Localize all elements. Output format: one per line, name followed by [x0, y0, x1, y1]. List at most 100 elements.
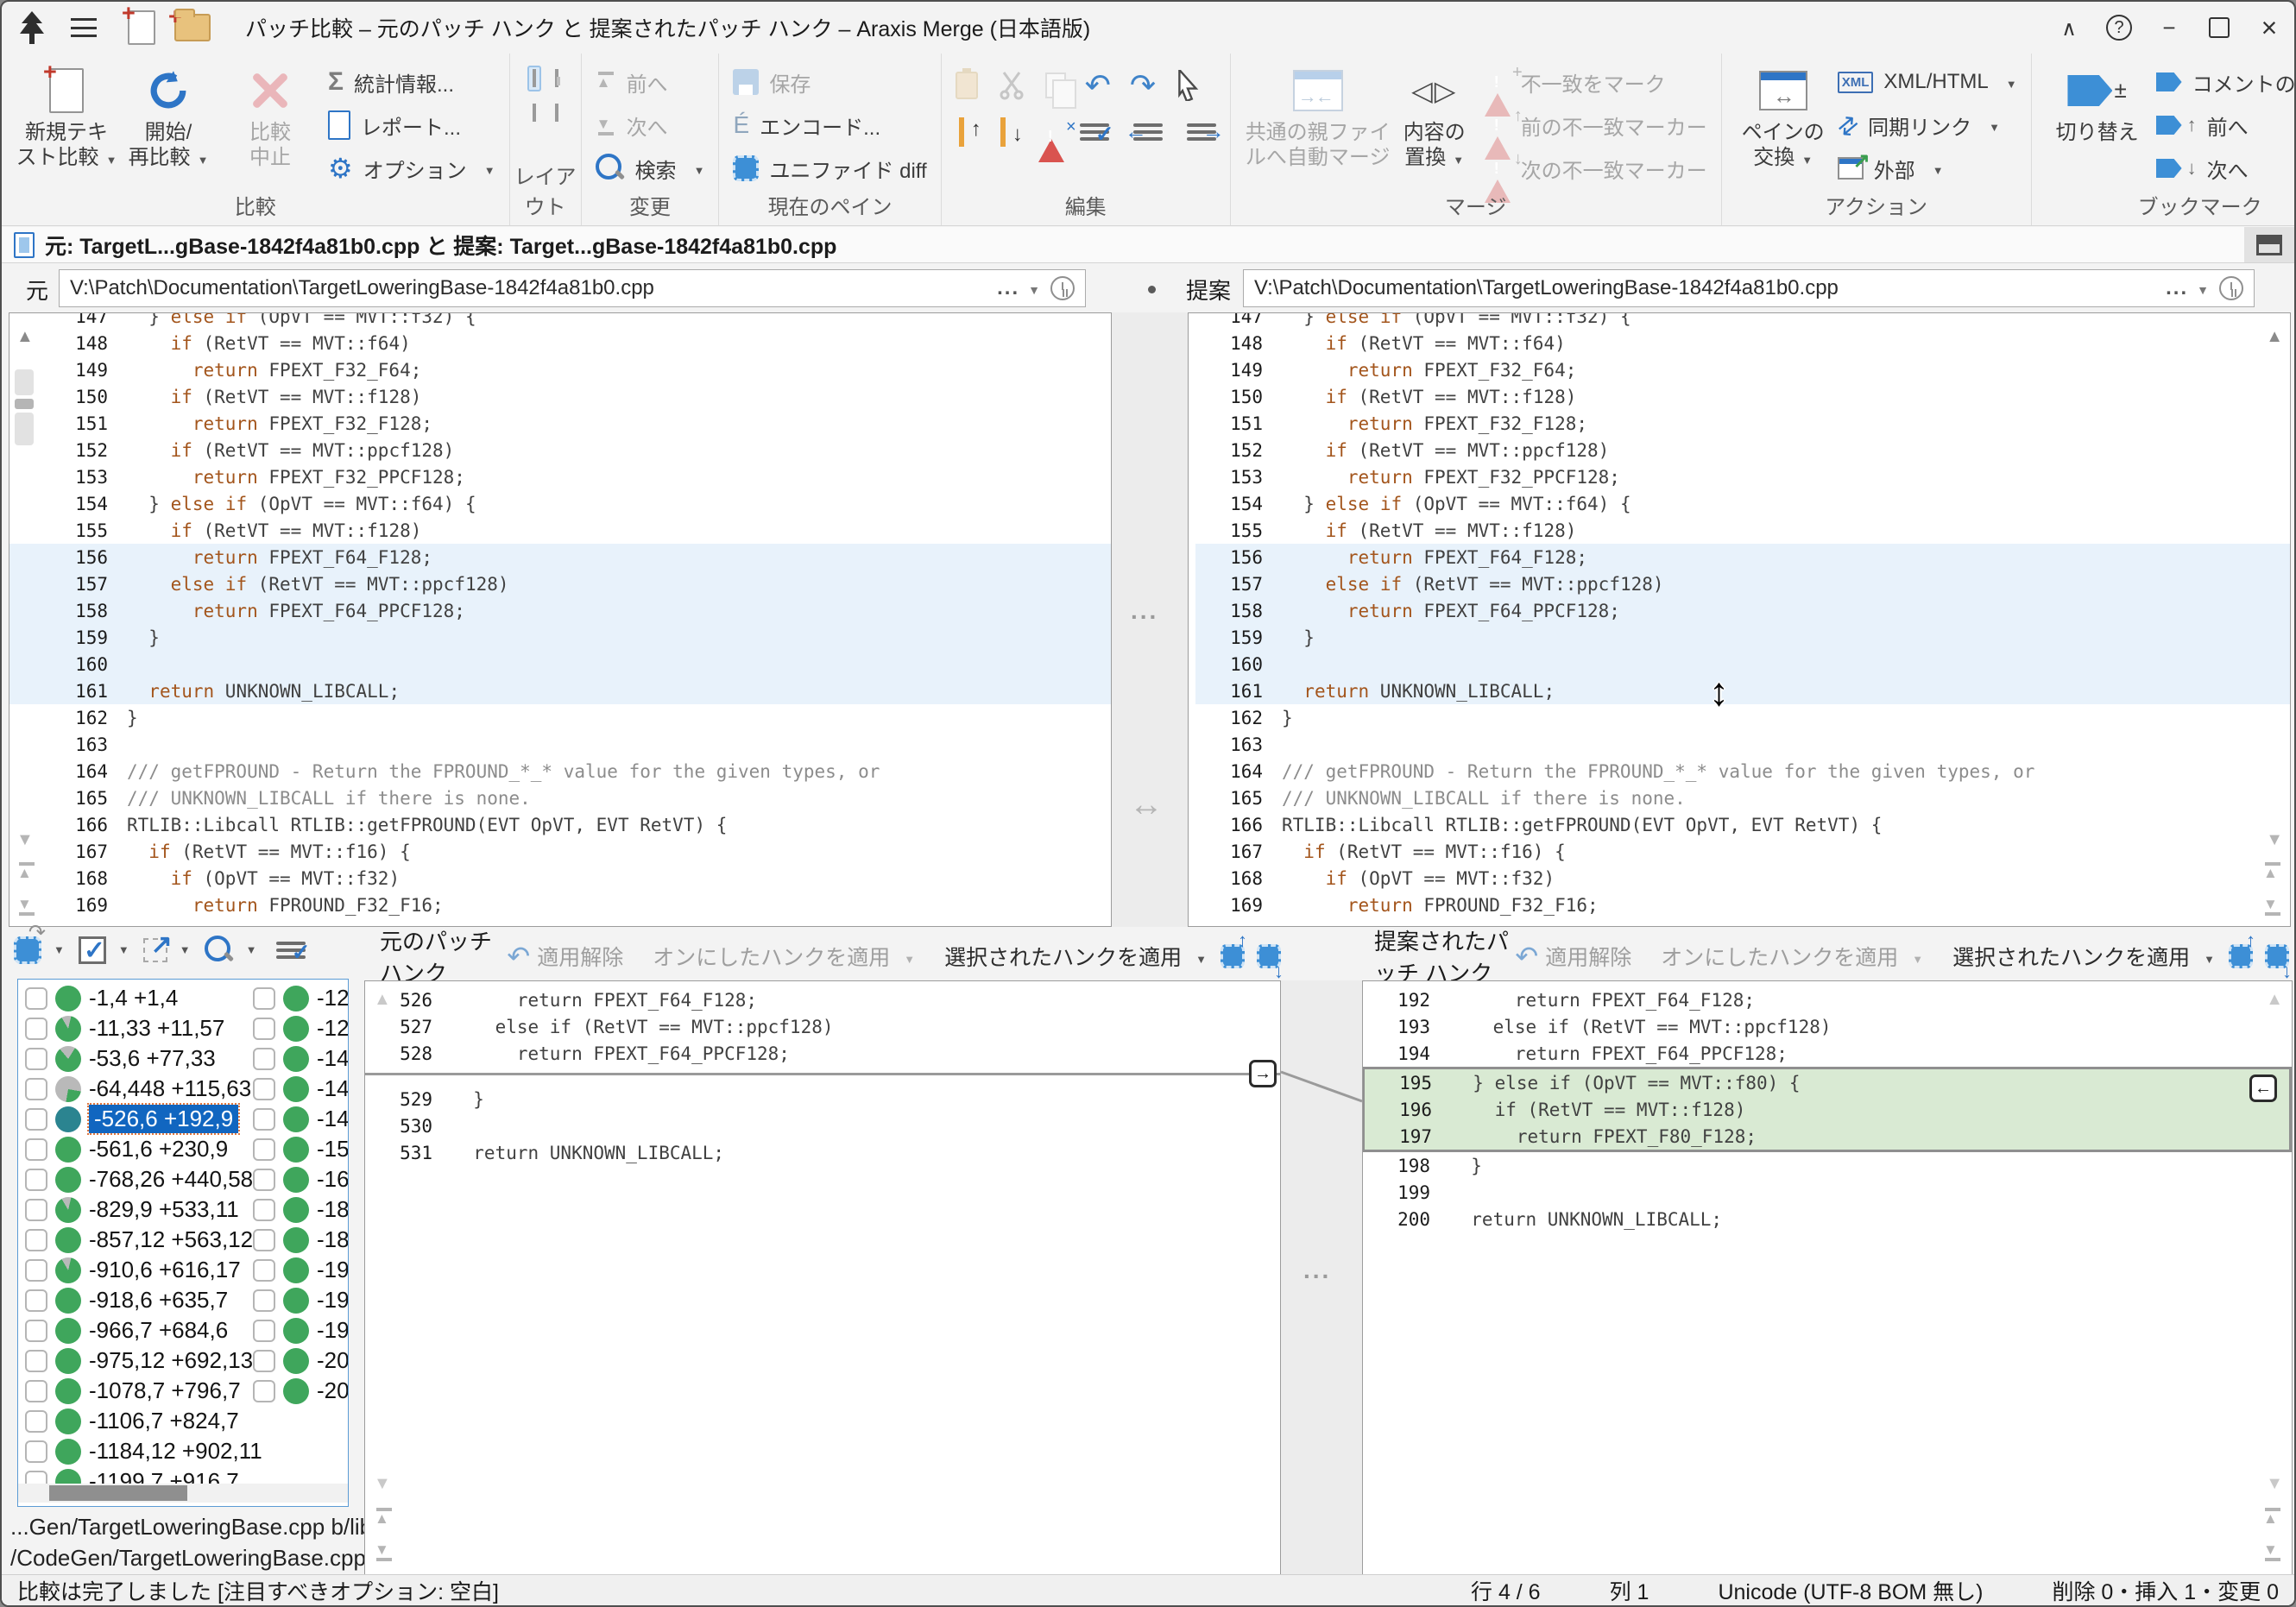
hunk-list-item[interactable]: -151 — [253, 1134, 349, 1164]
hunk-list-item[interactable]: -975,12 +692,13 — [25, 1345, 262, 1376]
hunk-range-label[interactable]: -1,4 +1,4 — [89, 985, 178, 1011]
pointer-icon[interactable] — [1175, 70, 1201, 101]
proposed-hunk-pane[interactable]: 192 return FPEXT_F64_F128;193 else if (R… — [1362, 980, 2293, 1578]
proposed-hunk-block[interactable]: 195 } else if (OpVT == MVT::f80) {196 if… — [1363, 1067, 2292, 1152]
right-browse-button[interactable]: ... — [2166, 276, 2188, 300]
check-hunks-button[interactable] — [79, 936, 129, 964]
hunk-checkbox[interactable] — [25, 1350, 47, 1372]
hunk-checkbox[interactable] — [25, 1289, 47, 1312]
collapse-ribbon-button[interactable] — [2044, 2, 2094, 54]
hunk-checkbox[interactable] — [253, 1108, 275, 1131]
hunk-list-item[interactable]: -11,33 +11,57 — [25, 1013, 262, 1043]
hunk-range-label[interactable]: -829,9 +533,11 — [89, 1196, 239, 1223]
apply-left-button[interactable] — [2249, 1074, 2277, 1102]
hunk-range-label[interactable]: -203 — [317, 1347, 349, 1374]
hunk-list-item[interactable]: -191 — [253, 1285, 349, 1315]
layout-two-horizontal-button[interactable] — [527, 100, 541, 126]
hunk-list-item[interactable]: -145 — [253, 1104, 349, 1134]
hunk-list-item[interactable]: -127 — [253, 983, 349, 1013]
diff-up-marker-icon[interactable]: ▲ — [16, 327, 34, 347]
hunk-range-label[interactable]: -188 — [317, 1226, 349, 1253]
redo-icon[interactable] — [1130, 67, 1156, 104]
hunk-list-item[interactable]: -197 — [253, 1315, 349, 1345]
hunk-range-label[interactable]: -129 — [317, 1015, 349, 1042]
hunk-range-label[interactable]: -1184,12 +902,11 — [89, 1438, 262, 1465]
diff-down-marker-icon[interactable]: ▼ — [374, 1474, 391, 1494]
hunk-checkbox[interactable] — [253, 1018, 275, 1040]
insert-before-icon[interactable] — [956, 116, 981, 148]
comparison-tab-title[interactable]: 元: TargetL...gBase-1842f4a81b0.cpp と 提案:… — [45, 230, 836, 261]
left-history-icon[interactable] — [1050, 276, 1075, 300]
left-path-dropdown[interactable] — [1028, 276, 1040, 300]
hunk-range-label[interactable]: -975,12 +692,13 — [89, 1347, 253, 1374]
layout-three-vertical-button[interactable] — [550, 66, 564, 91]
statistics-button[interactable]: 統計情報... — [328, 60, 495, 104]
hunk-checkbox[interactable] — [253, 987, 275, 1010]
hunk-checkbox[interactable] — [253, 1320, 275, 1342]
hunk-list-item[interactable]: -203 — [253, 1345, 349, 1376]
hunk-checkbox[interactable] — [25, 1048, 47, 1070]
unindent-icon[interactable] — [1133, 123, 1163, 141]
jump-last-diff-icon[interactable] — [2262, 895, 2283, 916]
apply-selected-hunks-button[interactable]: 選択されたハンクを適用 — [1952, 941, 2215, 972]
hunk-range-label[interactable]: -64,448 +115,63 — [89, 1075, 251, 1102]
hunk-range-label[interactable]: -918,6 +635,7 — [89, 1287, 228, 1314]
hunk-list-item[interactable]: -966,7 +684,6 — [25, 1315, 262, 1345]
hunk-list[interactable]: -1,4 +1,4-11,33 +11,57-53,6 +77,33 -64,44… — [17, 979, 349, 1507]
hunk-list-item[interactable]: -1106,7 +824,7 — [25, 1406, 262, 1436]
search-hunks-button[interactable] — [205, 936, 257, 965]
insert-after-icon[interactable] — [997, 116, 1023, 148]
next-hunk-icon[interactable] — [2265, 944, 2289, 968]
xml-html-button[interactable]: XMLXML/HTML — [1838, 60, 2017, 104]
menu-icon[interactable] — [71, 18, 97, 37]
jump-first-diff-icon[interactable] — [2262, 862, 2283, 883]
previous-bookmark-button[interactable]: ↑前へ — [2156, 104, 2296, 147]
previous-hunk-icon[interactable] — [1221, 944, 1245, 968]
hunk-list-item[interactable]: -1,4 +1,4 — [25, 983, 262, 1013]
hunk-range-label[interactable]: -857,12 +563,12 — [89, 1226, 253, 1253]
hunk-range-label[interactable]: -141 — [317, 1045, 349, 1072]
original-hunk-pane[interactable]: 526 return FPEXT_F64_F128;527 else if (R… — [364, 980, 1281, 1578]
search-button[interactable]: 検索 — [596, 147, 705, 190]
checklist-icon[interactable] — [1080, 123, 1109, 141]
right-history-icon[interactable] — [2219, 276, 2243, 300]
hunk-list-item[interactable]: -1078,7 +796,7 — [25, 1376, 262, 1406]
left-path-input[interactable]: V:\Patch\Documentation\TargetLoweringBas… — [59, 269, 1086, 307]
proposed-file-pane[interactable]: 147 } else if (OpVT == MVT::f32) {148 if… — [1188, 312, 2291, 927]
apply-selected-hunks-button[interactable]: 選択されたハンクを適用 — [944, 941, 1207, 972]
layout-two-vertical-button[interactable] — [527, 66, 541, 91]
hunk-list-item[interactable]: -526,6 +192,9 — [25, 1104, 262, 1134]
previous-hunk-icon[interactable] — [2229, 944, 2253, 968]
hunk-checkbox[interactable] — [25, 1169, 47, 1191]
hunk-range-label[interactable]: -561,6 +230,9 — [89, 1136, 228, 1163]
apply-right-button[interactable] — [1249, 1060, 1277, 1087]
new-text-compare-button[interactable]: 新規テキスト比較 — [16, 60, 117, 171]
hunk-checkbox[interactable] — [25, 1199, 47, 1221]
gutter-resize-arrow-icon[interactable]: ↔ — [1129, 785, 1164, 824]
jump-last-diff-icon[interactable] — [2262, 1541, 2283, 1561]
layout-three-horizontal-button[interactable] — [550, 100, 564, 126]
hunk-range-label[interactable]: -768,26 +440,58 — [89, 1166, 253, 1193]
external-button[interactable]: 外部 — [1838, 147, 2017, 190]
sync-link-button[interactable]: 同期リンク — [1838, 104, 2017, 147]
hunk-range-label[interactable]: -183 — [317, 1196, 349, 1223]
apply-hunks-button[interactable] — [143, 938, 191, 962]
hunk-list-item[interactable]: -768,26 +440,58 — [25, 1164, 262, 1194]
hunk-range-label[interactable]: -53,6 +77,33 — [89, 1045, 216, 1072]
diff-down-marker-icon[interactable]: ▼ — [2266, 830, 2283, 850]
jump-first-diff-icon[interactable] — [374, 1508, 394, 1528]
hunk-checkbox[interactable] — [25, 1018, 47, 1040]
diff-down-marker-icon[interactable]: ▼ — [2266, 1474, 2283, 1494]
hunk-checkbox[interactable] — [253, 1199, 275, 1221]
hunk-checkbox[interactable] — [25, 1380, 47, 1402]
hunk-checkbox[interactable] — [253, 1350, 275, 1372]
gutter-ellipsis[interactable]: ... — [1131, 597, 1158, 625]
hunk-range-label[interactable]: -145 — [317, 1106, 349, 1132]
status-encoding[interactable]: Unicode (UTF-8 BOM 無し) — [1718, 1575, 1983, 1606]
jump-last-diff-icon[interactable] — [16, 895, 37, 916]
remove-marker-icon[interactable]: × — [1038, 124, 1064, 140]
hunk-checkbox[interactable] — [253, 1138, 275, 1161]
hunk-list-item[interactable]: -190 — [253, 1255, 349, 1285]
hunk-checkbox[interactable] — [253, 1229, 275, 1251]
hunk-range-label[interactable]: -197 — [317, 1317, 349, 1344]
